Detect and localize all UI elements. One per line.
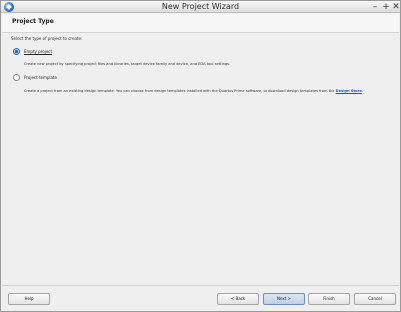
empty-project-description: Create new project by specifying project… — [24, 62, 231, 66]
minimize-icon[interactable]: – — [370, 1, 380, 13]
title-bar[interactable]: New Project Wizard – + ✕ — [1, 1, 400, 13]
wizard-window: New Project Wizard – + ✕ Project Type Se… — [0, 0, 401, 312]
button-bar: Help < Back Next > Finish Cancel — [2, 285, 399, 311]
project-template-description: Create a project from an existing design… — [24, 89, 363, 93]
close-icon[interactable]: ✕ — [391, 1, 401, 13]
project-template-label[interactable]: Project template — [24, 75, 57, 80]
help-button[interactable]: Help — [8, 293, 50, 305]
window-title: New Project Wizard — [161, 2, 240, 11]
empty-project-radio[interactable] — [13, 48, 20, 55]
instruction-text: Select the type of project to create: — [11, 36, 83, 41]
content-area: Select the type of project to create: Em… — [2, 34, 399, 284]
maximize-icon[interactable]: + — [381, 1, 391, 13]
next-button[interactable]: Next > — [263, 293, 305, 305]
project-template-description-end: . — [361, 89, 363, 93]
page-header: Project Type — [2, 14, 399, 33]
project-template-radio[interactable] — [13, 74, 20, 81]
finish-button[interactable]: Finish — [308, 293, 350, 305]
back-button[interactable]: < Back — [217, 293, 259, 305]
empty-project-label[interactable]: Empty project — [24, 49, 52, 54]
design-store-link[interactable]: Design Store — [336, 89, 362, 93]
page-title: Project Type — [12, 18, 54, 25]
cancel-button[interactable]: Cancel — [354, 293, 396, 305]
project-template-description-text: Create a project from an existing design… — [24, 89, 336, 93]
